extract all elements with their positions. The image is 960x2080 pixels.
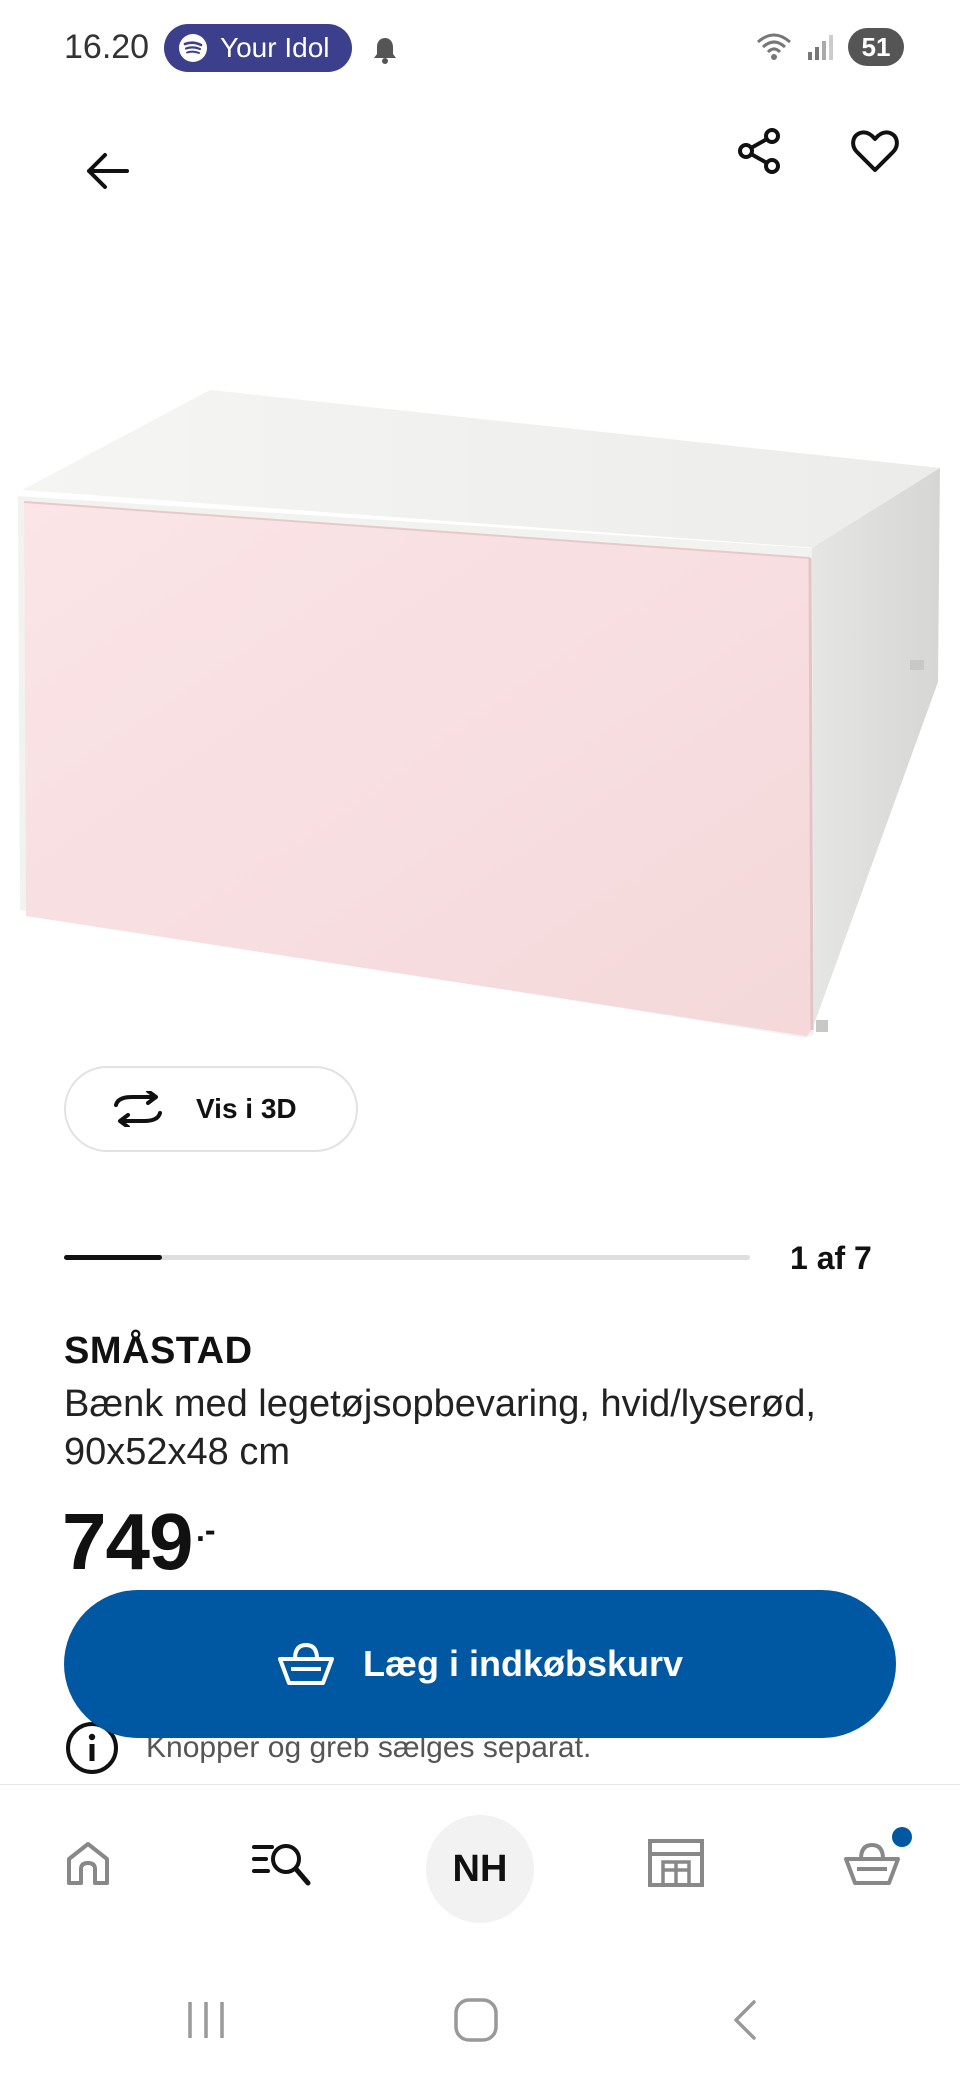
carousel-counter: 1 af 7 bbox=[790, 1240, 872, 1276]
rotate-3d-icon bbox=[114, 1091, 162, 1127]
cart-basket-icon bbox=[844, 1842, 900, 1885]
signal-icon bbox=[808, 35, 833, 60]
wifi-icon bbox=[757, 33, 791, 60]
profile-avatar[interactable]: NH bbox=[426, 1815, 534, 1923]
chevron-left-icon bbox=[734, 2000, 756, 2040]
media-pill[interactable]: Your Idol bbox=[164, 24, 352, 72]
nav-home[interactable] bbox=[38, 1813, 138, 1913]
status-right: 51 bbox=[754, 28, 904, 66]
home-icon bbox=[67, 1842, 109, 1885]
carousel-progress-fill bbox=[64, 1255, 162, 1260]
heart-icon bbox=[851, 130, 899, 172]
back-button[interactable] bbox=[72, 136, 142, 206]
system-nav-bar bbox=[0, 1960, 960, 2080]
status-time: 16.20 bbox=[64, 28, 150, 66]
nav-cart[interactable] bbox=[822, 1813, 922, 1913]
view-3d-label: Vis i 3D bbox=[196, 1093, 297, 1124]
add-to-cart-button[interactable]: Læg i indkøbskurv bbox=[64, 1590, 896, 1738]
product-description: Bænk med legetøjsopbevaring, hvid/lyserø… bbox=[64, 1383, 816, 1473]
nav-stores[interactable] bbox=[626, 1813, 726, 1913]
recents-button[interactable] bbox=[166, 1990, 246, 2050]
cart-badge-dot bbox=[892, 1827, 912, 1847]
nav-search[interactable] bbox=[232, 1813, 332, 1913]
store-icon bbox=[648, 1839, 704, 1887]
carousel-progress bbox=[64, 1255, 750, 1260]
product-image[interactable] bbox=[0, 370, 960, 1050]
bottom-nav: NH bbox=[0, 1784, 960, 1944]
product-name: SMÅSTAD bbox=[64, 1330, 253, 1372]
home-circle-icon bbox=[454, 1998, 498, 2042]
favorite-button[interactable] bbox=[840, 116, 910, 186]
share-icon bbox=[738, 128, 780, 174]
spotify-icon bbox=[179, 34, 207, 62]
back-arrow-icon bbox=[87, 153, 129, 189]
battery-indicator: 51 bbox=[848, 28, 904, 66]
search-icon bbox=[252, 1844, 311, 1886]
app-header bbox=[0, 100, 960, 240]
price-suffix: .- bbox=[196, 1512, 216, 1548]
bell-icon bbox=[374, 38, 396, 64]
media-title: Your Idol bbox=[220, 32, 330, 63]
product-bench-illustration bbox=[18, 390, 940, 1038]
system-back-button[interactable] bbox=[706, 1990, 786, 2050]
product-price: 749 bbox=[62, 1497, 193, 1586]
view-3d-button[interactable]: Vis i 3D bbox=[64, 1066, 358, 1152]
home-button[interactable] bbox=[436, 1990, 516, 2050]
share-button[interactable] bbox=[724, 116, 794, 186]
status-bar: 16.20 Your Idol 51 bbox=[0, 0, 960, 100]
basket-icon bbox=[277, 1642, 334, 1685]
recents-icon bbox=[188, 2002, 224, 2038]
add-to-cart-label: Læg i indkøbskurv bbox=[362, 1643, 684, 1684]
